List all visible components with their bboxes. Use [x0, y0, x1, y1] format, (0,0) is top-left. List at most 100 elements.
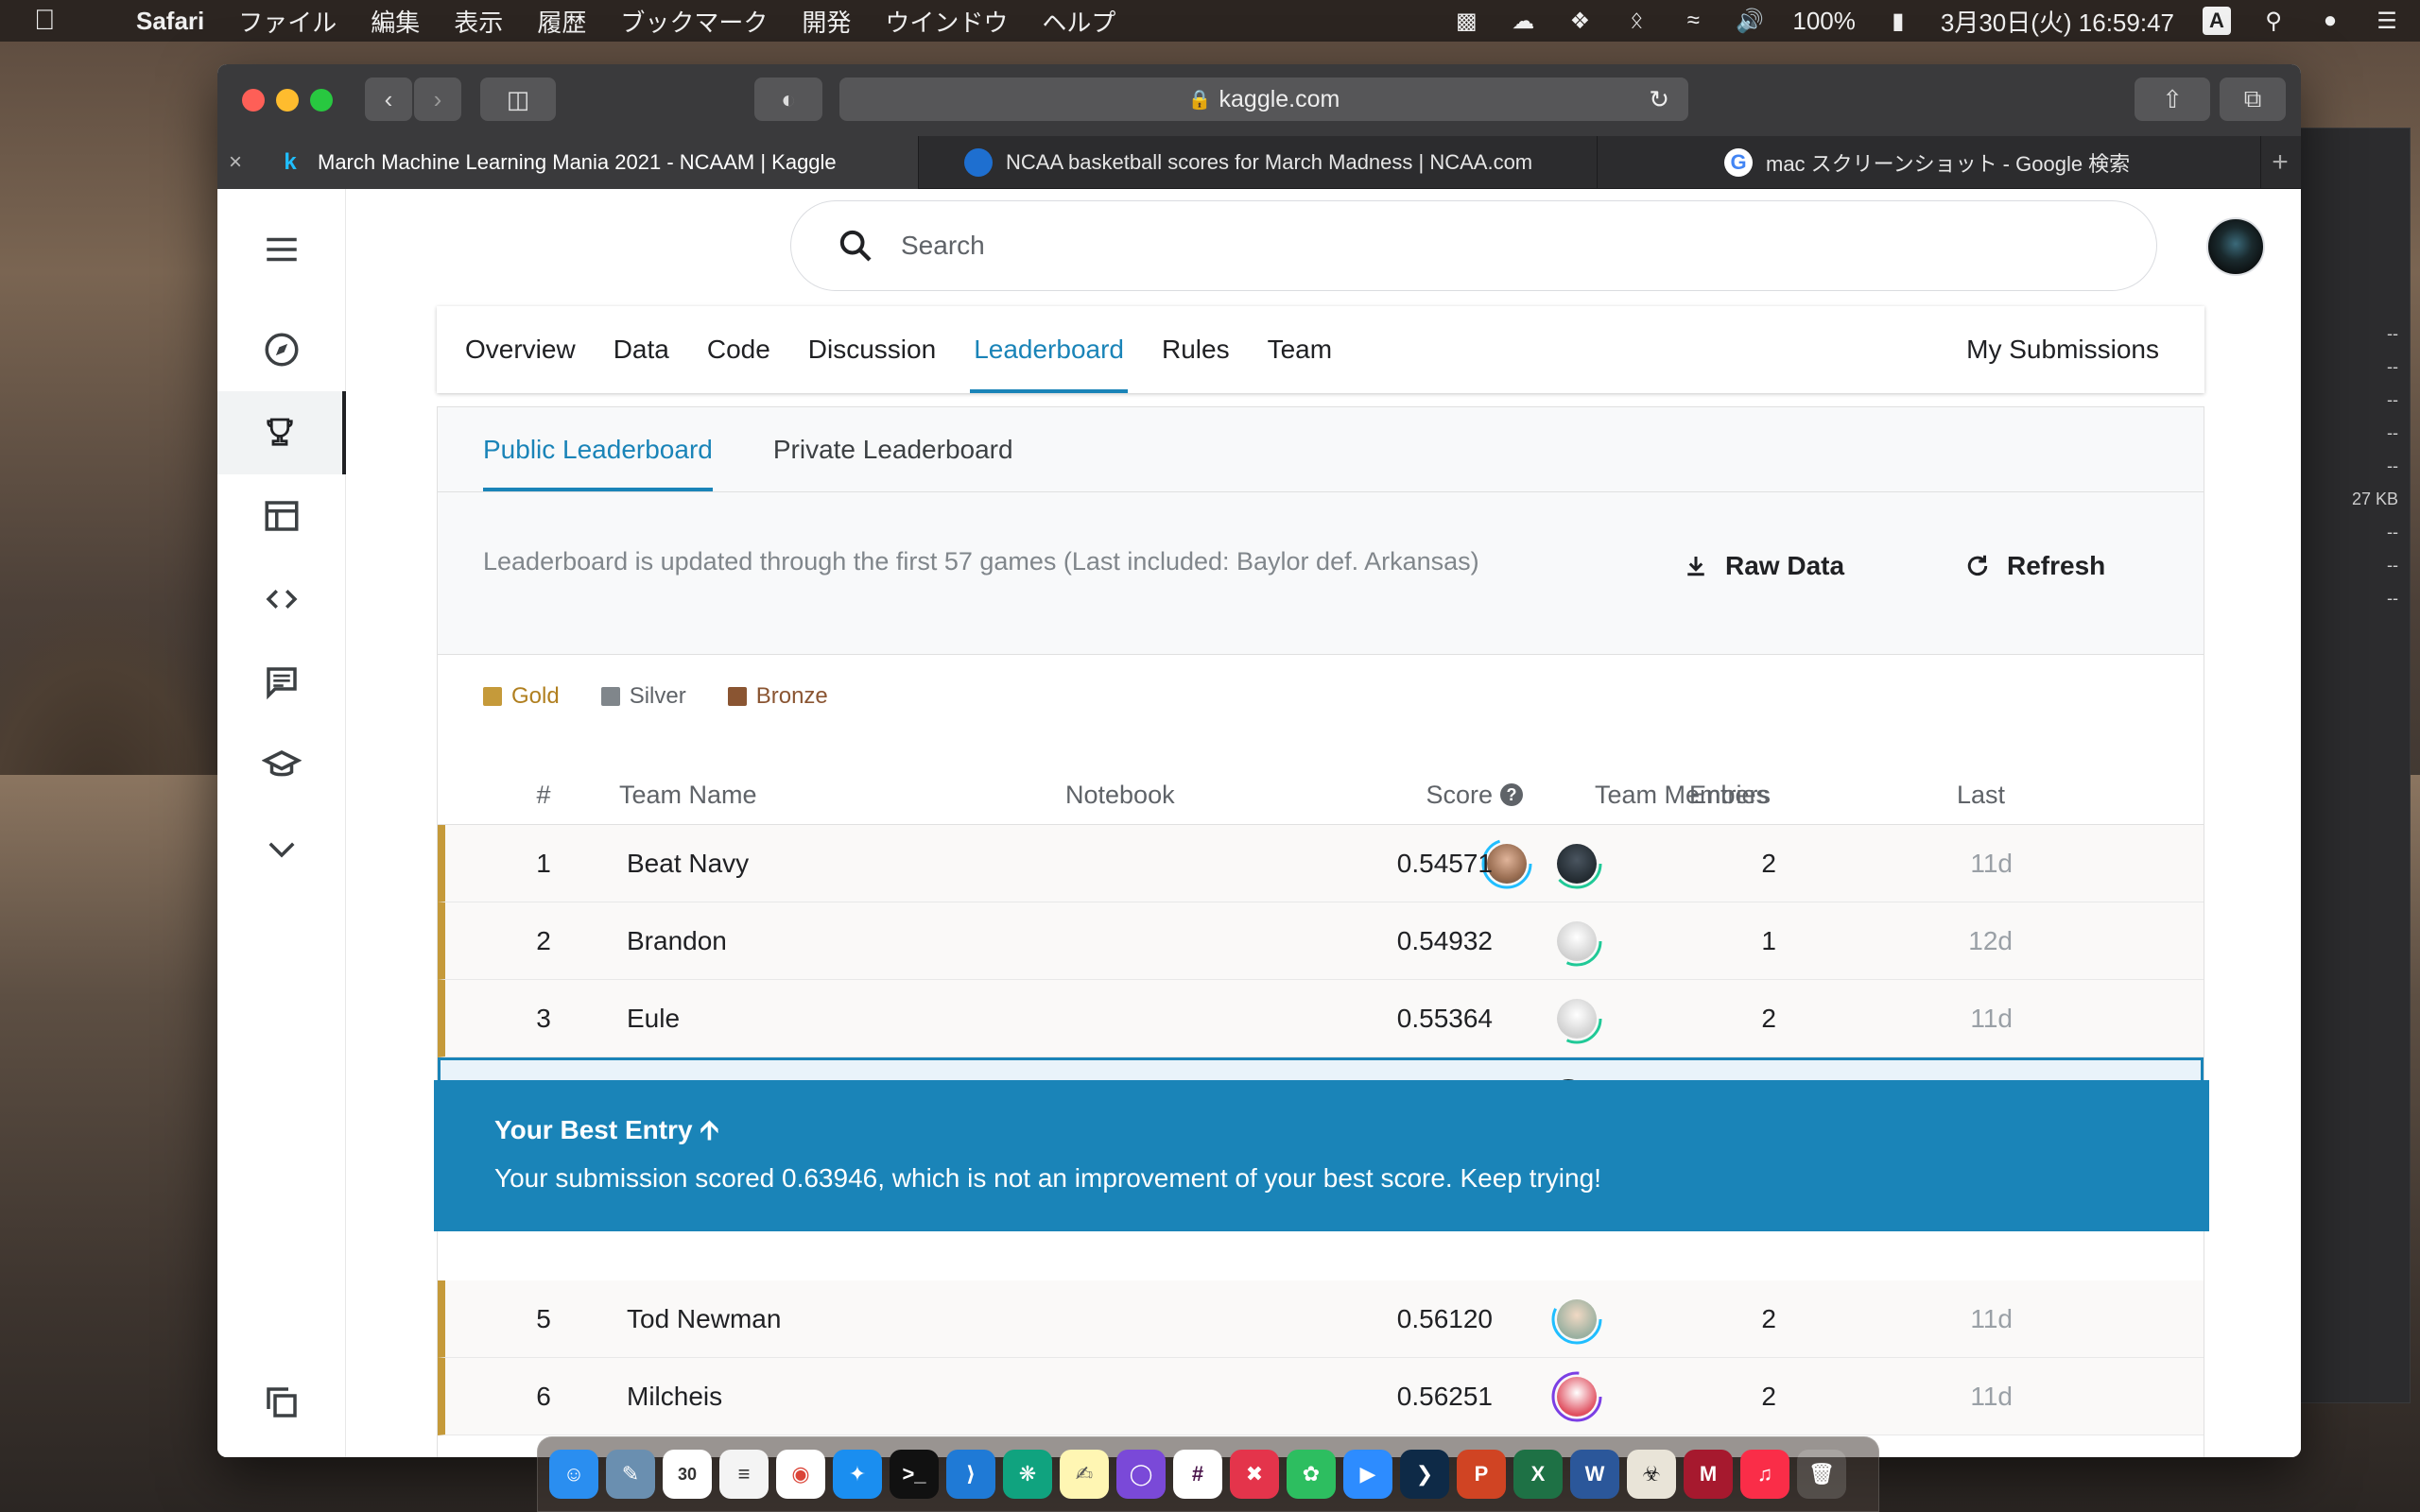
share-button[interactable]: ⇧: [2135, 77, 2210, 121]
header-last[interactable]: Last: [1863, 765, 2005, 825]
tab-code[interactable]: Code: [707, 306, 770, 393]
sidebar-item-competitions[interactable]: [217, 391, 346, 474]
menu-item-window[interactable]: ウインドウ: [885, 4, 1008, 39]
search-input[interactable]: Search: [790, 200, 2157, 291]
new-tab-button[interactable]: +: [2261, 136, 2299, 189]
tab-team[interactable]: Team: [1268, 306, 1332, 393]
remote-desktop-icon[interactable]: ❯: [1400, 1450, 1449, 1499]
menu-item-help[interactable]: ヘルプ: [1042, 4, 1115, 39]
tab-leaderboard[interactable]: Leaderboard: [970, 306, 1128, 393]
sidebar-item-datasets[interactable]: [217, 474, 346, 558]
tab-discussion[interactable]: Discussion: [808, 306, 936, 393]
spotlight-search-icon[interactable]: ⚲: [2259, 9, 2288, 34]
music-icon[interactable]: ♫: [1740, 1450, 1789, 1499]
forward-button[interactable]: ›: [414, 77, 461, 121]
excel-icon[interactable]: X: [1513, 1450, 1563, 1499]
tab-data[interactable]: Data: [614, 306, 669, 393]
row-team-name[interactable]: Milcheis: [627, 1358, 722, 1435]
tab-ncaa[interactable]: NCAA basketball scores for March Madness…: [919, 136, 1598, 189]
menu-item-view[interactable]: 表示: [454, 4, 503, 39]
table-row[interactable]: 3 Eule 0.55364 2 11d: [438, 980, 2204, 1057]
reminders-icon[interactable]: ≡: [719, 1450, 769, 1499]
minimize-window-button[interactable]: [276, 89, 299, 112]
siri-icon[interactable]: ●: [2316, 8, 2344, 33]
volume-icon[interactable]: 🔊: [1736, 9, 1764, 34]
mendeley-icon[interactable]: M: [1684, 1450, 1733, 1499]
header-rank[interactable]: #: [525, 765, 562, 825]
close-window-button[interactable]: [242, 89, 265, 112]
row-team-name[interactable]: Eule: [627, 980, 680, 1057]
table-row[interactable]: 5 Tod Newman 0.56120 2 11d: [438, 1280, 2204, 1358]
input-source-badge[interactable]: A: [2203, 7, 2231, 35]
sidebar-toggle-button[interactable]: ◫: [480, 77, 556, 121]
sidebar-item-courses[interactable]: [217, 724, 346, 807]
github-desktop-icon[interactable]: ◯: [1116, 1450, 1166, 1499]
camera-icon[interactable]: ▩: [1452, 9, 1480, 34]
clock[interactable]: 3月30日(火) 16:59:47: [1941, 4, 2174, 39]
slack-icon[interactable]: #: [1173, 1450, 1222, 1499]
sidebar-item-discussions[interactable]: [217, 641, 346, 724]
cloud-upload-icon[interactable]: ☁: [1509, 9, 1537, 34]
sidebar-more-button[interactable]: [217, 807, 346, 890]
safari-icon[interactable]: ✦: [833, 1450, 882, 1499]
header-team-name[interactable]: Team Name: [619, 765, 757, 825]
table-row[interactable]: 1 Beat Navy 0.54571 2 11d: [438, 825, 2204, 902]
menu-item-history[interactable]: 履歴: [537, 4, 586, 39]
xmind-icon[interactable]: ✖: [1230, 1450, 1279, 1499]
tab-private-leaderboard[interactable]: Private Leaderboard: [773, 407, 1013, 491]
my-submissions-link[interactable]: My Submissions: [1966, 306, 2159, 393]
evernote-icon[interactable]: ✿: [1287, 1450, 1336, 1499]
menu-app-name[interactable]: Safari: [136, 7, 204, 36]
notes-icon[interactable]: ✍: [1060, 1450, 1109, 1499]
menu-item-file[interactable]: ファイル: [238, 4, 337, 39]
preview-icon[interactable]: ✎: [606, 1450, 655, 1499]
sidebar-item-explore[interactable]: [217, 308, 346, 391]
sidebar-copy-button[interactable]: [217, 1361, 346, 1444]
refresh-button[interactable]: Refresh: [1963, 551, 2105, 581]
tab-google[interactable]: G mac スクリーンショット - Google 検索: [1598, 136, 2261, 189]
tab-kaggle[interactable]: × k March Machine Learning Mania 2021 - …: [217, 136, 919, 189]
battery-icon[interactable]: ▮: [1884, 9, 1912, 34]
table-row[interactable]: 6 Milcheis 0.56251 2 11d: [438, 1358, 2204, 1435]
header-score[interactable]: Score ?: [1287, 765, 1523, 825]
menu-item-bookmarks[interactable]: ブックマーク: [620, 4, 768, 39]
help-icon[interactable]: ?: [1500, 783, 1523, 806]
apple-menu-icon[interactable]: : [34, 5, 76, 37]
powerpoint-icon[interactable]: P: [1457, 1450, 1506, 1499]
control-center-icon[interactable]: ☰: [2373, 9, 2401, 34]
menu-item-edit[interactable]: 編集: [371, 4, 420, 39]
finder-icon[interactable]: ☺: [549, 1450, 598, 1499]
tab-overview[interactable]: Overview: [465, 306, 576, 393]
vscode-icon[interactable]: ⟩: [946, 1450, 995, 1499]
wifi-icon[interactable]: ≈: [1679, 8, 1707, 33]
dropbox-icon[interactable]: ❖: [1565, 9, 1594, 34]
row-team-name[interactable]: Brandon: [627, 902, 727, 980]
zoom-icon[interactable]: ▶: [1343, 1450, 1392, 1499]
address-bar[interactable]: 🔒 kaggle.com ↻: [839, 77, 1688, 121]
close-tab-icon[interactable]: ×: [229, 149, 242, 176]
reload-icon[interactable]: ↻: [1649, 85, 1669, 114]
row-team-name[interactable]: Beat Navy: [627, 825, 749, 902]
word-icon[interactable]: W: [1570, 1450, 1619, 1499]
hamburger-menu-button[interactable]: [217, 208, 346, 291]
menu-item-develop[interactable]: 開発: [802, 4, 851, 39]
user-avatar[interactable]: [2206, 217, 2265, 276]
trash-icon[interactable]: 🗑: [1797, 1450, 1846, 1499]
chrome-icon[interactable]: ◉: [776, 1450, 825, 1499]
privacy-report-button[interactable]: ◐: [754, 77, 822, 121]
terminal-icon[interactable]: >_: [890, 1450, 939, 1499]
bluetooth-icon[interactable]: ᛟ: [1622, 8, 1651, 33]
table-row[interactable]: 2 Brandon 0.54932 1 12d: [438, 902, 2204, 980]
row-team-name[interactable]: Tod Newman: [627, 1280, 781, 1358]
kindle-icon[interactable]: ☣: [1627, 1450, 1676, 1499]
tab-public-leaderboard[interactable]: Public Leaderboard: [483, 407, 713, 491]
tab-rules[interactable]: Rules: [1162, 306, 1230, 393]
header-entries[interactable]: Entries: [1580, 765, 1769, 825]
tab-overview-button[interactable]: ⧉: [2220, 77, 2286, 121]
sidebar-item-code[interactable]: [217, 558, 346, 641]
raw-data-button[interactable]: Raw Data: [1682, 551, 1844, 581]
zoom-window-button[interactable]: [310, 89, 333, 112]
chatgpt-icon[interactable]: ❋: [1003, 1450, 1052, 1499]
back-button[interactable]: ‹: [365, 77, 412, 121]
calendar-icon[interactable]: 30: [663, 1450, 712, 1499]
